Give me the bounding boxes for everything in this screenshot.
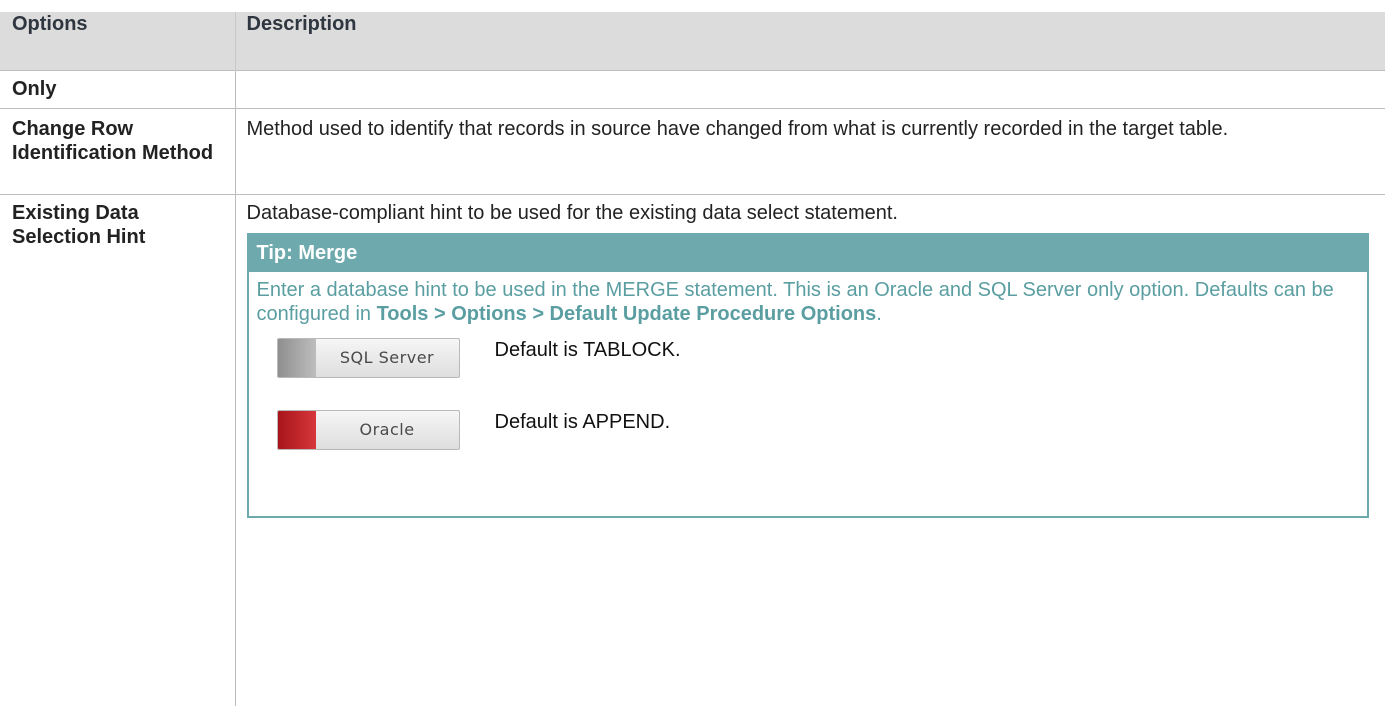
tip-title: Tip: Merge — [249, 235, 1367, 272]
table-row: Change Row Identification Method Method … — [0, 109, 1385, 195]
option-name: Existing Data Selection Hint — [0, 195, 235, 706]
option-description-cell: Database-compliant hint to be used for t… — [235, 195, 1385, 706]
option-description: Database-compliant hint to be used for t… — [247, 201, 1374, 225]
description-column-header: Description — [235, 12, 1385, 71]
tip-body: Enter a database hint to be used in the … — [249, 272, 1367, 472]
tip-menu-path: Tools > Options > Default Update Procedu… — [377, 303, 877, 325]
option-name: Only — [0, 71, 235, 109]
table-row: Only — [0, 71, 1385, 109]
sql-server-label: SQL Server — [316, 339, 459, 377]
table-row: Existing Data Selection Hint Database-co… — [0, 195, 1385, 706]
oracle-default-row: Oracle Default is APPEND. — [257, 410, 1359, 472]
oracle-badge: Oracle — [277, 410, 460, 450]
tip-box: Tip: Merge Enter a database hint to be u… — [247, 233, 1369, 518]
oracle-default-note: Default is APPEND. — [495, 410, 671, 434]
option-name: Change Row Identification Method — [0, 109, 235, 195]
options-table: Options Description Only Change Row Iden… — [0, 12, 1385, 706]
header-row: Options Description — [0, 12, 1385, 71]
sql-server-default-note: Default is TABLOCK. — [495, 338, 681, 362]
option-description — [235, 71, 1385, 109]
oracle-label: Oracle — [316, 411, 459, 449]
oracle-icon — [278, 411, 316, 449]
sql-server-badge: SQL Server — [277, 338, 460, 378]
tip-text-end: . — [876, 303, 882, 325]
sql-server-icon — [278, 339, 316, 377]
sql-server-default-row: SQL Server Default is TABLOCK. — [257, 338, 1359, 400]
option-description: Method used to identify that records in … — [235, 109, 1385, 195]
options-column-header: Options — [0, 12, 235, 71]
